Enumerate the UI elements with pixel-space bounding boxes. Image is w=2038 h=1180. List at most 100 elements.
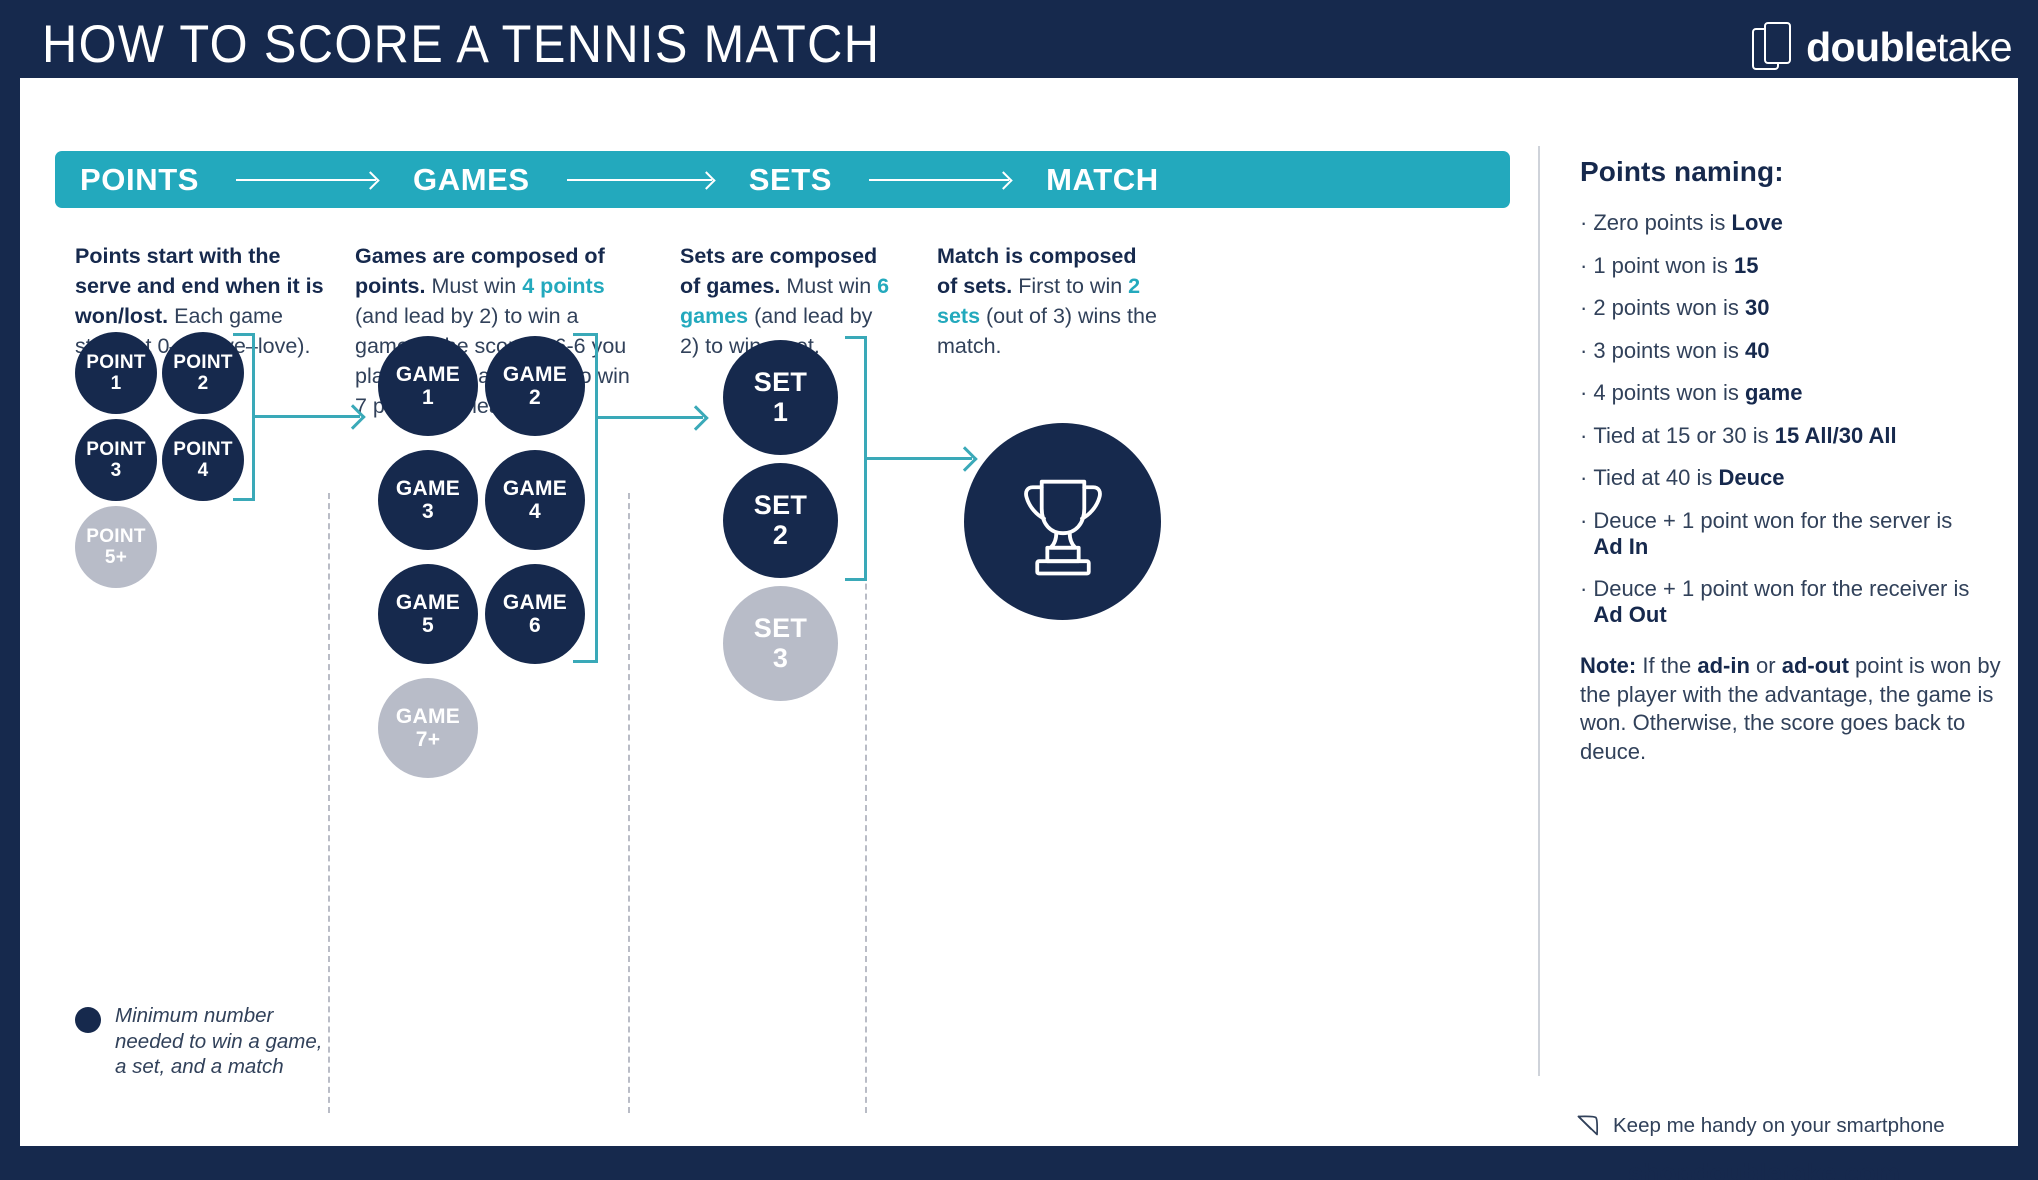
point-circle-5plus-number: 5+ xyxy=(104,547,128,568)
game-circle-7plus-number: 7+ xyxy=(415,728,441,751)
naming-item-15-value: 15 xyxy=(1733,252,1759,278)
set-circle-3: SET 3 xyxy=(723,586,838,701)
connector-points-to-games xyxy=(255,415,360,418)
match-description: Match is composed of sets. First to win … xyxy=(937,241,1157,361)
naming-item-deuce-value: Deuce xyxy=(1718,465,1785,490)
arrow-right-icon xyxy=(566,178,712,181)
point-circle-1-number: 1 xyxy=(110,373,122,394)
bullet-icon: · xyxy=(1580,295,1588,320)
point-circle-4: POINT 4 xyxy=(162,419,244,501)
divider-points-games xyxy=(328,493,330,1113)
bullet-icon: · xyxy=(1580,422,1588,448)
point-circle-1: POINT 1 xyxy=(75,332,157,414)
naming-item-40-value: 40 xyxy=(1744,337,1770,363)
naming-item-all-text: Tied at 15 or 30 is xyxy=(1593,422,1775,448)
points-naming-panel: Points naming: · Zero points is Love · 1 p… xyxy=(1580,156,2020,766)
set-circle-1-number: 1 xyxy=(772,396,789,427)
sidebar-divider xyxy=(1538,146,1540,1076)
point-circle-2-number: 2 xyxy=(197,373,209,394)
naming-item-30-text: 2 points won is xyxy=(1593,295,1745,320)
game-circle-7plus: GAME 7+ xyxy=(378,678,478,778)
legend: Minimum number needed to win a game, a s… xyxy=(75,1003,322,1080)
naming-item-game-value: game xyxy=(1744,380,1803,405)
keep-handy-text: Keep me handy on your smartphone xyxy=(1613,1113,1945,1137)
flow-step-points: POINTS xyxy=(80,161,200,197)
logo-bold-part: double xyxy=(1806,23,1937,70)
trophy-icon xyxy=(1023,479,1102,575)
match-trophy-badge xyxy=(964,423,1161,620)
naming-item-15-text: 1 point won is xyxy=(1593,252,1734,278)
bullet-icon: · xyxy=(1580,380,1588,405)
game-circle-6-number: 6 xyxy=(529,614,541,637)
match-description-rest-before: First to win xyxy=(1012,274,1129,298)
naming-item-deuce-text: Tied at 40 is xyxy=(1593,465,1719,490)
naming-item-love-text: Zero points is xyxy=(1593,210,1732,235)
game-circle-5-number: 5 xyxy=(422,614,434,637)
flow-step-match: MATCH xyxy=(1046,161,1159,197)
naming-item-40-text: 3 points won is xyxy=(1593,337,1745,363)
note-label: Note: xyxy=(1580,653,1637,678)
flow-step-games: GAMES xyxy=(413,161,530,197)
connector-games-to-sets xyxy=(598,416,703,419)
game-circle-4-number: 4 xyxy=(529,500,541,523)
bullet-icon: · xyxy=(1580,576,1588,601)
naming-item-game-text: 4 points won is xyxy=(1593,380,1745,405)
navy-dot-icon xyxy=(75,1007,101,1033)
points-naming-heading: Points naming: xyxy=(1580,156,1784,187)
arrow-right-icon xyxy=(236,178,377,181)
point-circle-4-label: POINT xyxy=(173,438,233,460)
game-circle-2: GAME 2 xyxy=(485,336,585,436)
game-circle-4: GAME 4 xyxy=(485,450,585,550)
naming-item-ad-in-text: Deuce + 1 point won for the server is xyxy=(1593,507,1953,533)
divider-games-sets xyxy=(628,493,630,1113)
leaf-icon xyxy=(1577,1115,1598,1136)
naming-item-ad-in: · Deuce + 1 point won for the server is A… xyxy=(1580,508,2020,560)
game-circle-1: GAME 1 xyxy=(378,336,478,436)
naming-item-ad-in-value: Ad In xyxy=(1593,533,1649,559)
page-title: HOW TO SCORE A TENNIS MATCH xyxy=(42,15,881,74)
point-circle-2-label: POINT xyxy=(173,351,233,373)
naming-item-40: · 3 points won is 40 xyxy=(1580,338,2020,364)
point-circle-2: POINT 2 xyxy=(162,332,244,414)
game-circle-7plus-label: GAME xyxy=(395,704,461,728)
point-circle-5plus-label: POINT xyxy=(86,525,146,547)
note-bold-ad-out: ad-out xyxy=(1781,653,1849,678)
legend-line-3: a set, and a match xyxy=(115,1055,284,1078)
infographic-poster: HOW TO SCORE A TENNIS MATCH doubletake P… xyxy=(0,0,2038,1180)
legend-line-1: Minimum number xyxy=(115,1004,274,1027)
point-circle-3-number: 3 xyxy=(110,460,122,481)
arrow-right-icon xyxy=(869,178,1010,181)
game-circle-3-label: GAME xyxy=(395,476,461,500)
set-circle-1: SET 1 xyxy=(723,340,838,455)
set-circle-3-number: 3 xyxy=(772,642,789,673)
bullet-icon: · xyxy=(1580,465,1588,490)
game-circle-3: GAME 3 xyxy=(378,450,478,550)
game-circle-2-label: GAME xyxy=(502,362,568,386)
game-circle-5: GAME 5 xyxy=(378,564,478,664)
set-circle-1-label: SET xyxy=(753,366,808,397)
naming-item-ad-out-value: Ad Out xyxy=(1593,602,1667,627)
naming-item-15: · 1 point won is 15 xyxy=(1580,253,2020,279)
flow-step-sets: SETS xyxy=(748,161,833,197)
sets-bracket xyxy=(845,336,867,581)
brand-logo: doubletake xyxy=(1752,22,2013,72)
game-circle-4-label: GAME xyxy=(502,476,568,500)
bullet-icon: · xyxy=(1580,337,1588,363)
point-circle-5plus: POINT 5+ xyxy=(75,506,157,588)
shop-url[interactable]: shopdoubletake.com xyxy=(1628,1158,1900,1180)
legend-line-2: needed to win a game, xyxy=(115,1029,323,1053)
game-circle-6: GAME 6 xyxy=(485,564,585,664)
game-circle-1-number: 1 xyxy=(422,386,434,409)
bullet-icon: · xyxy=(1580,507,1588,533)
game-circle-2-number: 2 xyxy=(529,386,541,409)
naming-item-game: · 4 points won is game xyxy=(1580,380,2020,406)
legend-text: Minimum number needed to win a game, a s… xyxy=(115,1003,322,1080)
games-description-highlight: 4 points xyxy=(522,274,605,298)
sets-description-rest-before: Must win xyxy=(780,274,878,298)
note-part-1: If the xyxy=(1636,653,1698,678)
bullet-icon: · xyxy=(1580,252,1588,278)
points-bracket xyxy=(233,333,255,501)
naming-item-all-value: 15 All/30 All xyxy=(1774,422,1897,448)
game-circle-3-number: 3 xyxy=(422,500,434,523)
naming-item-all: · Tied at 15 or 30 is 15 All/30 All xyxy=(1580,423,2020,449)
